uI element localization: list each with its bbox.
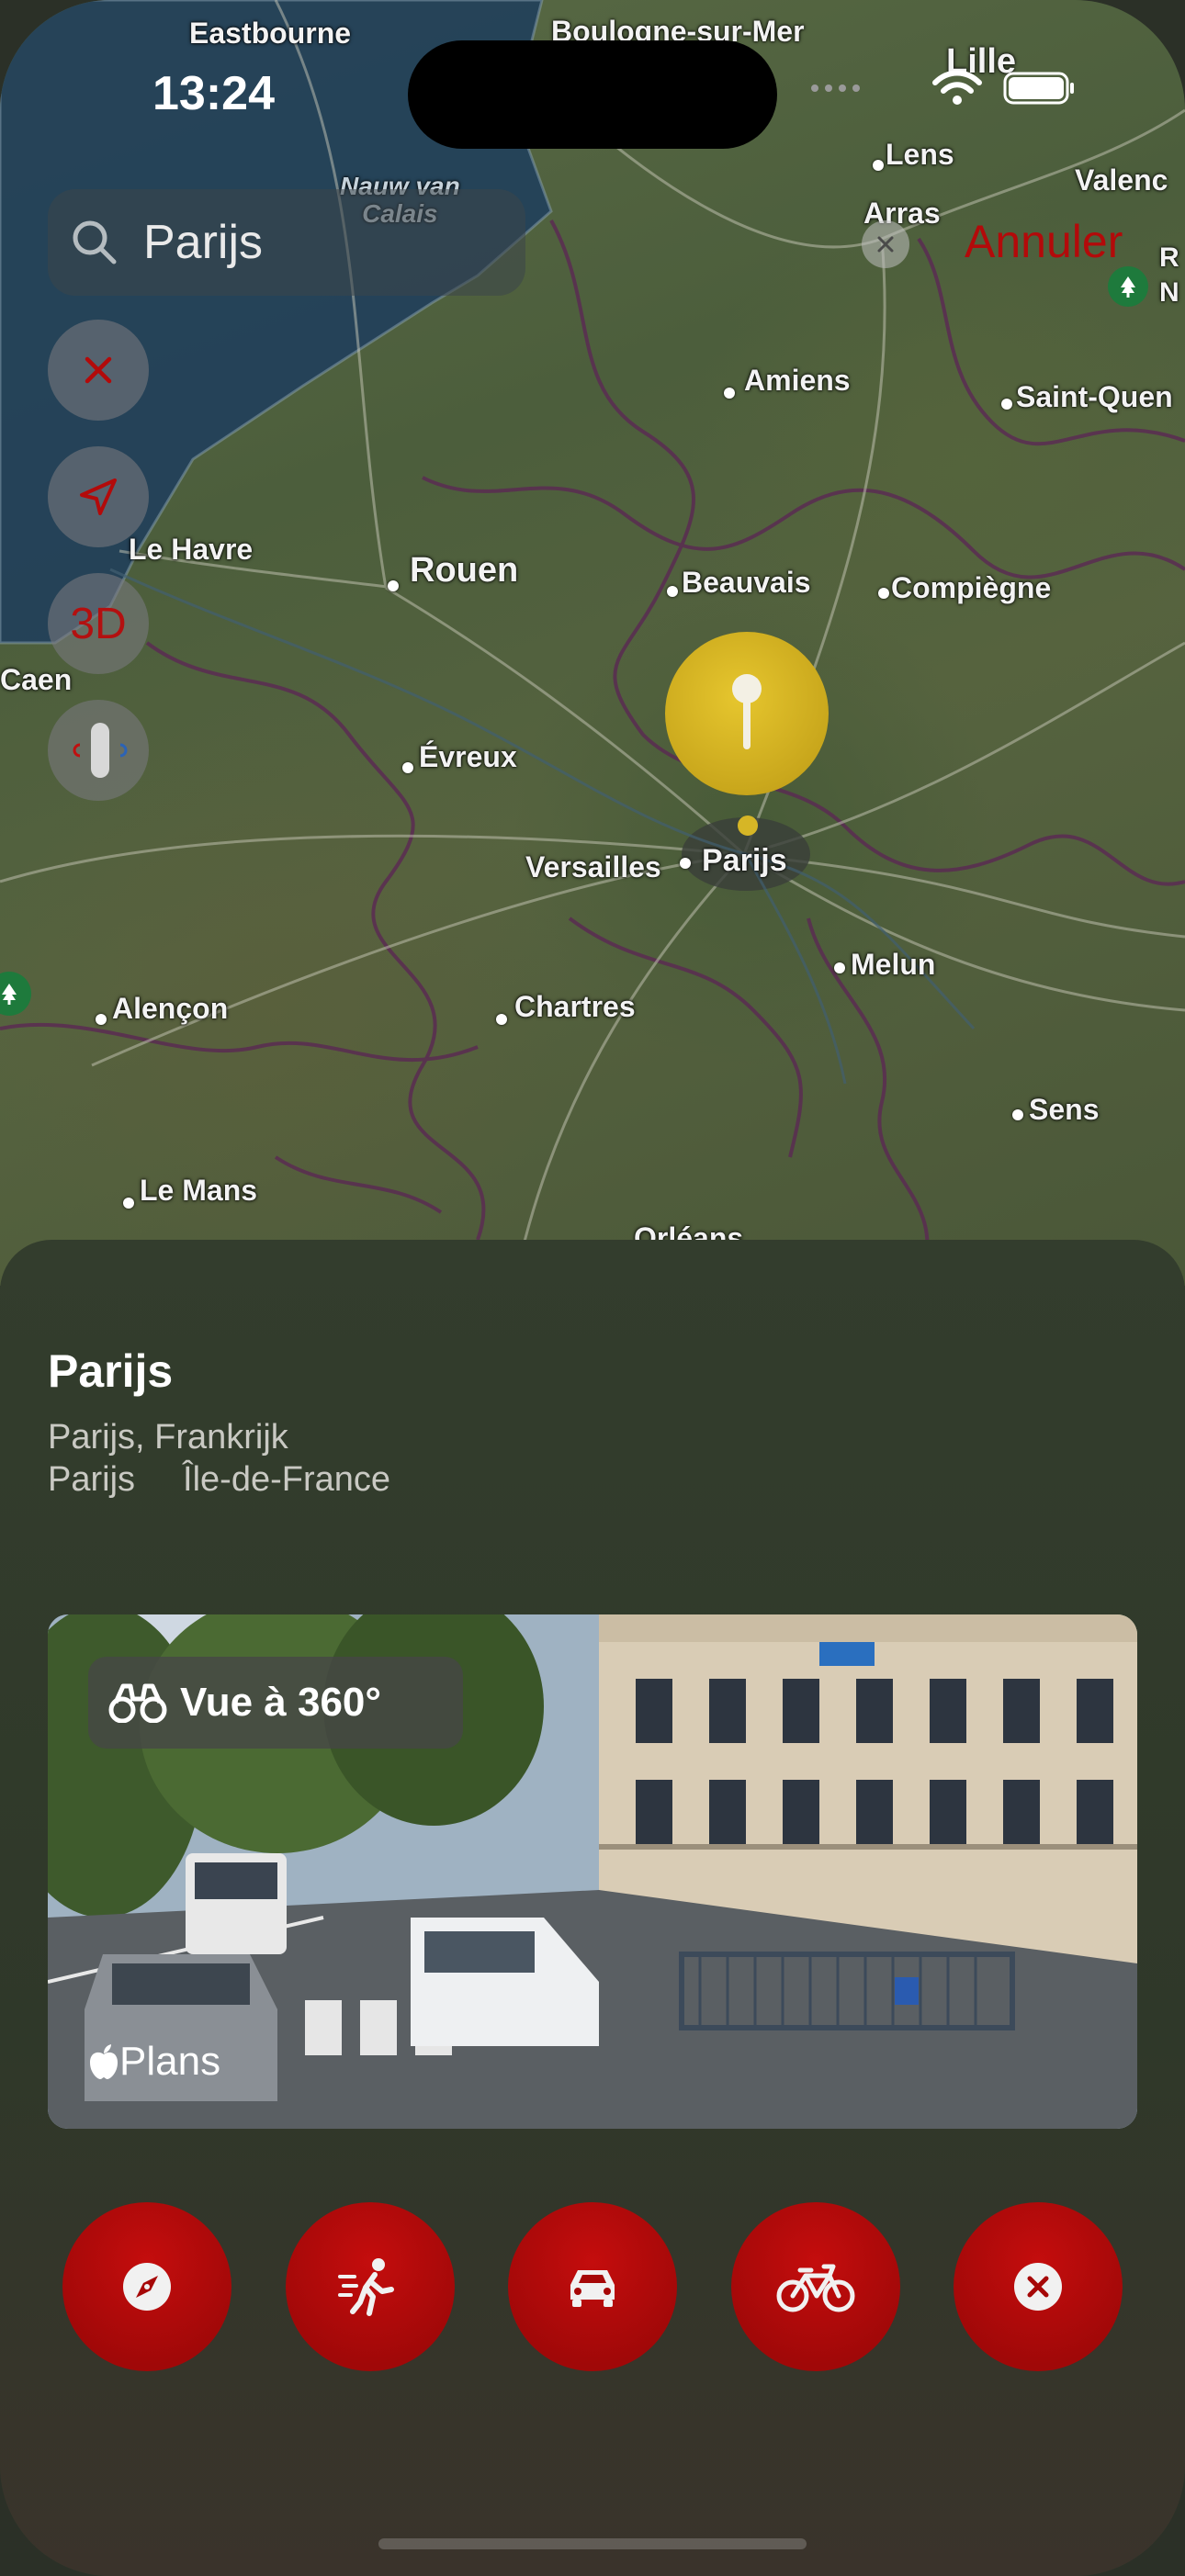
- map-pin-icon: [732, 674, 762, 749]
- signal-dots-icon: [811, 84, 860, 92]
- battery-icon: [1003, 72, 1074, 105]
- compass-icon: [123, 2263, 171, 2311]
- search-icon: [73, 220, 117, 264]
- clear-icon: [877, 236, 894, 253]
- city-label-le-havre: Le Havre: [129, 533, 254, 566]
- phone-screen: Eastbourne Boulogne-sur-Mer Lille Lens V…: [0, 0, 1185, 2576]
- pin-label: Parijs: [702, 843, 787, 878]
- cancel-button[interactable]: Annuler: [965, 215, 1123, 268]
- close-action-button[interactable]: [954, 2202, 1123, 2371]
- car-icon: [570, 2270, 615, 2307]
- close-map-button[interactable]: [48, 320, 149, 421]
- dynamic-island: [408, 40, 777, 149]
- look-around-label: Vue à 360°: [180, 1680, 381, 1725]
- place-title: Parijs: [48, 1345, 174, 1397]
- locate-me-button[interactable]: [48, 446, 149, 547]
- clear-search-button[interactable]: [862, 220, 909, 268]
- close-icon: [1014, 2263, 1062, 2311]
- compass-button[interactable]: [48, 700, 149, 801]
- action-buttons: [62, 2202, 1123, 2371]
- city-label-edge: R N: [1159, 242, 1179, 308]
- apple-logo-icon: [90, 2044, 118, 2079]
- city-label-lens: Lens: [886, 138, 954, 171]
- place-locality: Parijs: [48, 1460, 136, 1499]
- maps-brand: Plans: [88, 2039, 220, 2085]
- status-icons: [810, 70, 1077, 107]
- wifi-icon: [932, 70, 982, 105]
- city-label-beauvais: Beauvais: [682, 566, 811, 599]
- city-label-versailles: Versailles: [525, 850, 661, 883]
- compass-rose-icon: [73, 723, 128, 778]
- driving-directions-button[interactable]: [508, 2202, 677, 2371]
- city-label-compiegne: Compiègne: [891, 571, 1052, 604]
- city-label-eastbourne: Eastbourne: [189, 17, 352, 50]
- look-around-preview[interactable]: Vue à 360° Plans: [48, 1614, 1137, 2129]
- city-label-amiens: Amiens: [744, 364, 851, 397]
- location-arrow-icon: [80, 478, 117, 515]
- toggle-3d-button[interactable]: 3D: [48, 573, 149, 674]
- city-label-valenciennes: Valenc: [1075, 163, 1168, 197]
- city-label-sens: Sens: [1029, 1093, 1100, 1126]
- cycling-directions-button[interactable]: [730, 2202, 900, 2371]
- city-label-chartres: Chartres: [514, 990, 636, 1023]
- three-d-label: 3D: [70, 599, 127, 648]
- bicycle-icon: [776, 2264, 854, 2312]
- search-bar[interactable]: [48, 189, 525, 296]
- park-icon[interactable]: [1108, 266, 1148, 307]
- maps-brand-label: Plans: [119, 2039, 221, 2084]
- city-label-evreux: Évreux: [419, 740, 517, 773]
- city-label-rouen: Rouen: [410, 551, 519, 590]
- compass-action-button[interactable]: [62, 2202, 231, 2371]
- place-region: Île-de-France: [183, 1460, 391, 1499]
- city-label-alencon: Alençon: [112, 992, 229, 1025]
- status-time: 13:24: [152, 67, 275, 120]
- search-input[interactable]: [141, 214, 494, 271]
- place-locality-row: Parijs Île-de-France: [48, 1460, 438, 1500]
- binoculars-icon: [108, 1683, 167, 1723]
- city-label-caen: Caen: [0, 663, 73, 696]
- city-label-le-mans: Le Mans: [140, 1174, 258, 1207]
- place-subtitle: Parijs, Frankrijk: [48, 1418, 288, 1457]
- city-label-saint-quentin: Saint-Quen: [1016, 380, 1173, 413]
- pin-tail: [738, 816, 758, 836]
- look-around-button[interactable]: Vue à 360°: [88, 1657, 463, 1749]
- city-label-melun: Melun: [851, 948, 936, 981]
- walking-icon: [337, 2258, 394, 2316]
- walking-directions-button[interactable]: [285, 2202, 455, 2371]
- selected-location-pin[interactable]: [665, 632, 829, 795]
- close-icon: [85, 356, 112, 384]
- home-indicator: [378, 2538, 807, 2549]
